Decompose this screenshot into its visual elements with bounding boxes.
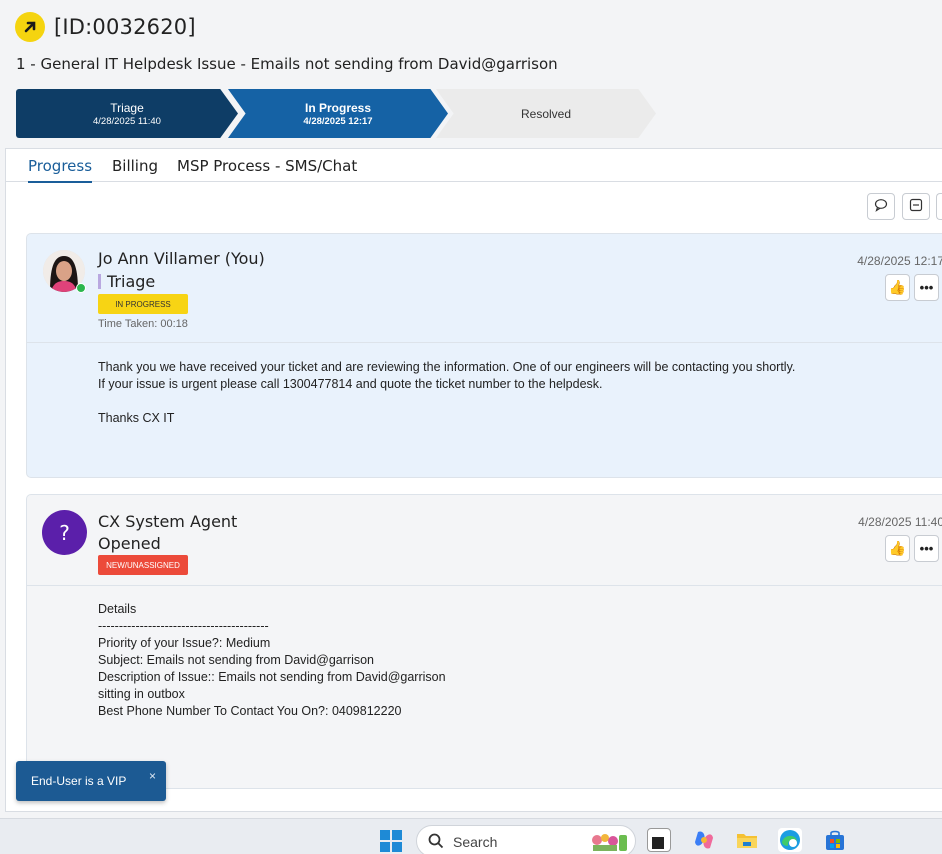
more-tools-button[interactable]	[936, 193, 942, 220]
vip-notice: End-User is a VIP ×	[16, 761, 166, 801]
stage-in-progress[interactable]: In Progress 4/28/2025 12:17	[228, 89, 448, 138]
microsoft-store-icon[interactable]	[823, 828, 847, 852]
entry-stage-label: Triage	[107, 272, 156, 291]
more-options-button[interactable]: •••	[914, 535, 939, 562]
stage-triage[interactable]: Triage 4/28/2025 11:40	[16, 89, 238, 138]
taskbar-search[interactable]: Search	[416, 825, 636, 854]
time-taken: Time Taken: 00:18	[98, 318, 188, 330]
vip-label: End-User is a VIP	[31, 774, 127, 788]
stage-indicator	[98, 274, 101, 289]
like-button[interactable]: 👍	[885, 535, 910, 562]
stage-progress: Triage 4/28/2025 11:40 In Progress 4/28/…	[16, 89, 656, 138]
status-badge: NEW/UNASSIGNED	[98, 555, 188, 575]
entry-body: Thank you we have received your ticket a…	[98, 360, 796, 425]
agent-avatar: ?	[42, 510, 87, 555]
ellipsis-icon: •••	[919, 541, 934, 556]
comment-icon	[874, 198, 888, 215]
tab-billing[interactable]: Billing	[112, 157, 158, 181]
entry-header: ? CX System Agent Opened NEW/UNASSIGNED …	[27, 495, 942, 603]
collapse-button[interactable]	[902, 193, 930, 220]
ticket-title: 1 - General IT Helpdesk Issue - Emails n…	[16, 55, 558, 73]
search-placeholder: Search	[453, 834, 498, 850]
taskbar: Search	[0, 818, 942, 854]
ticket-icon	[15, 12, 45, 42]
stage-label: Resolved	[520, 106, 572, 121]
status-badge: IN PROGRESS	[98, 294, 188, 314]
entry-date: 4/28/2025 12:17	[857, 254, 942, 268]
stage-resolved[interactable]: Resolved	[436, 89, 656, 138]
ticket-id: [ID:0032620]	[54, 15, 196, 39]
search-icon	[428, 833, 444, 854]
file-explorer-icon[interactable]	[735, 828, 759, 852]
timeline-entry: Jo Ann Villamer (You) Triage IN PROGRESS…	[26, 233, 942, 478]
widget-flowers-icon	[589, 831, 629, 853]
thumbs-up-icon: 👍	[888, 540, 907, 556]
more-options-button[interactable]: •••	[914, 274, 939, 301]
stage-date: 4/28/2025 11:40	[93, 115, 161, 127]
comment-button[interactable]	[867, 193, 895, 220]
tab-progress[interactable]: Progress	[28, 157, 93, 183]
stage-label: Triage	[110, 100, 144, 115]
entry-author: Jo Ann Villamer (You)	[98, 249, 265, 268]
entry-author: CX System Agent	[98, 512, 238, 531]
stage-label: In Progress	[304, 100, 372, 115]
stage-date: 4/28/2025 12:17	[303, 115, 373, 127]
like-button[interactable]: 👍	[885, 274, 910, 301]
collapse-icon	[909, 198, 923, 215]
entry-stage: Triage	[98, 272, 155, 291]
windows-start-icon[interactable]	[380, 830, 402, 852]
entry-body: Details --------------------------------…	[98, 602, 446, 718]
close-icon[interactable]: ×	[149, 769, 156, 783]
tab-msp-process[interactable]: MSP Process - SMS/Chat	[177, 157, 357, 181]
ticket-header: [ID:0032620] 1 - General IT Helpdesk Iss…	[0, 0, 942, 148]
entry-stage: Opened	[98, 534, 161, 553]
divider	[27, 585, 942, 586]
copilot-icon[interactable]	[692, 828, 716, 852]
ticket-panel: Progress Billing MSP Process - SMS/Chat	[5, 148, 942, 812]
edge-browser-icon[interactable]	[778, 828, 802, 852]
tab-bar: Progress Billing MSP Process - SMS/Chat	[6, 149, 942, 183]
presence-online-icon	[76, 283, 86, 293]
divider	[27, 342, 942, 343]
entry-date: 4/28/2025 11:40	[858, 515, 942, 529]
entry-header: Jo Ann Villamer (You) Triage IN PROGRESS…	[27, 234, 942, 342]
thumbs-up-icon: 👍	[888, 279, 907, 295]
timeline-entry: ? CX System Agent Opened NEW/UNASSIGNED …	[26, 494, 942, 789]
task-view-icon[interactable]	[647, 828, 671, 852]
ellipsis-icon: •••	[919, 280, 934, 295]
